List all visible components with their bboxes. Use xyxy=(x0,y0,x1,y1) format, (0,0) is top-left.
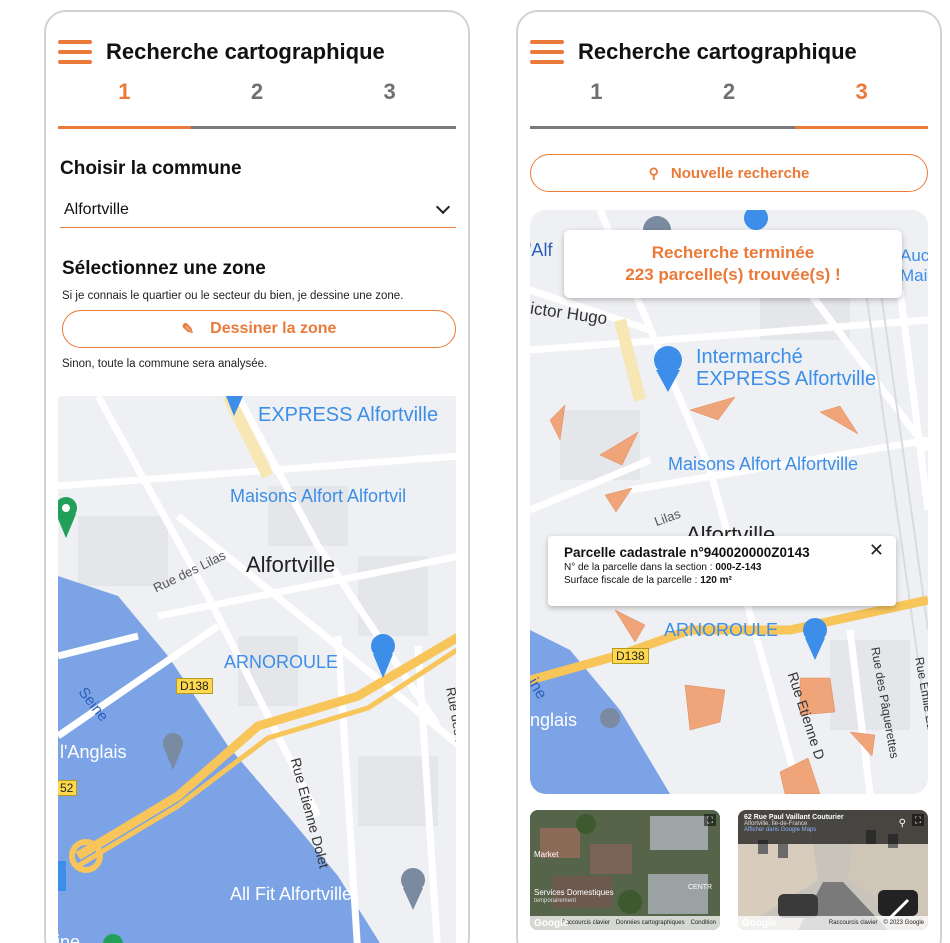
google-logo: Google xyxy=(742,918,777,929)
app-header: Recherche cartographique xyxy=(530,34,857,70)
map-label-arnoroule: ARNOROULE xyxy=(224,652,339,672)
banner-line-2: 223 parcelle(s) trouvée(s) ! xyxy=(625,265,841,284)
map-label-intermarche-express: EXPRESS Alfortville xyxy=(696,368,877,390)
new-search-label: Nouvelle recherche xyxy=(670,164,810,182)
location-pin-icon: ⚲ xyxy=(898,818,906,829)
popup-line-section: N° de la parcelle dans la section : 000-… xyxy=(564,562,762,573)
map-label-d138: D138 xyxy=(176,678,213,694)
step-progress-bar xyxy=(58,126,456,129)
open-in-google-maps-link[interactable]: Afficher dans Google Maps xyxy=(744,827,922,833)
map-label-anglais: nglais xyxy=(530,710,578,730)
aerial-label-services: Services Domestiques xyxy=(534,888,614,897)
search-icon: ⚲ xyxy=(648,164,659,181)
zone-description: Si je connais le quartier ou le secteur … xyxy=(62,290,404,302)
page-title: Recherche cartographique xyxy=(106,39,385,64)
step-1-tab[interactable]: 1 xyxy=(58,78,191,122)
banner-line-1: Recherche terminée xyxy=(651,243,815,262)
left-screen: Recherche cartographique 1 2 3 Choisir l… xyxy=(44,10,470,943)
map-view[interactable]: EXPRESS Alfortville Maisons Alfort Alfor… xyxy=(58,396,456,943)
zone-title: Sélectionnez une zone xyxy=(62,258,266,279)
hamburger-icon[interactable] xyxy=(58,40,92,64)
results-map[interactable]: 'Alf Auc Mais ictor Hugo Intermarché EXP… xyxy=(530,210,928,794)
zone-note: Sinon, toute la commune sera analysée. xyxy=(62,358,268,370)
aerial-image xyxy=(530,810,720,930)
map-label-auc: Auc xyxy=(900,246,928,265)
aerial-view-thumbnail[interactable]: Market Services Domestiques temporaireme… xyxy=(530,810,720,930)
step-1-tab[interactable]: 1 xyxy=(530,78,663,122)
commune-value: Alfortville xyxy=(64,200,129,218)
page-title: Recherche cartographique xyxy=(578,39,857,64)
map-label-arnoroule: ARNOROULE xyxy=(664,620,779,640)
step-2-tab[interactable]: 2 xyxy=(191,78,324,122)
step-progress-bar xyxy=(530,126,928,129)
map-label-maisons: Maisons Alfort Alfortville xyxy=(668,454,859,474)
google-logo: Google xyxy=(534,918,569,929)
parcel-popup: Parcelle cadastrale n°940020000Z0143 N° … xyxy=(548,536,896,606)
stepper: 1 2 3 xyxy=(530,78,928,122)
step-3-tab[interactable]: 3 xyxy=(323,78,456,122)
footer-map-data[interactable]: Données cartographiques xyxy=(616,920,685,926)
map-label-bottom: ine xyxy=(58,932,81,943)
aerial-label-services-2: temporairement xyxy=(534,898,577,904)
street-view-thumbnail[interactable]: 62 Rue Paul Vaillant Couturier Alfortvil… xyxy=(738,810,928,930)
map-label-d152: 52 xyxy=(58,780,78,796)
aerial-label-market: Market xyxy=(534,850,559,859)
draw-zone-button[interactable]: ✎ Dessiner la zone xyxy=(62,310,456,348)
app-header: Recherche cartographique xyxy=(58,34,385,70)
popup-title: Parcelle cadastrale n°940020000Z0143 xyxy=(564,545,810,560)
map-label-d138: D138 xyxy=(612,648,649,664)
chevron-down-icon xyxy=(435,199,451,214)
fullscreen-icon[interactable]: ⛶ xyxy=(912,814,924,826)
new-search-button[interactable]: ⚲ Nouvelle recherche xyxy=(530,154,928,192)
result-banner: Recherche terminée 223 parcelle(s) trouv… xyxy=(564,230,902,298)
map-label-town: Alfortville xyxy=(246,552,336,577)
aerial-label-centr: CENTR xyxy=(688,884,713,891)
map-label-allfit: All Fit Alfortville xyxy=(230,884,353,904)
draw-zone-label: Dessiner la zone xyxy=(210,320,337,337)
map-label-alf: 'Alf xyxy=(530,240,553,260)
stepper: 1 2 3 xyxy=(58,78,456,122)
footer-conditions[interactable]: Condition xyxy=(691,920,716,926)
footer-shortcuts[interactable]: Raccourcis clavier xyxy=(561,920,610,926)
commune-label: Choisir la commune xyxy=(60,158,242,179)
close-icon[interactable]: ✕ xyxy=(869,540,884,561)
footer-copyright: © 2023 Google xyxy=(883,920,924,926)
step-2-tab[interactable]: 2 xyxy=(663,78,796,122)
hamburger-icon[interactable] xyxy=(530,40,564,64)
map-label-anglais: l'Anglais xyxy=(60,742,127,762)
footer-shortcuts[interactable]: Raccourcis clavier xyxy=(829,920,878,926)
pencil-icon: ✎ xyxy=(181,321,195,338)
popup-line-surface: Surface fiscale de la parcelle : 120 m² xyxy=(564,575,732,586)
right-screen: Recherche cartographique 1 2 3 ⚲ Nouvell… xyxy=(516,10,942,943)
fullscreen-icon[interactable]: ⛶ xyxy=(704,814,716,826)
map-label-intermarche: Intermarché xyxy=(696,346,803,368)
street-view-title: 62 Rue Paul Vaillant Couturier xyxy=(744,814,844,821)
map-label-maisons: Maisons Alfort Alfortvil xyxy=(230,486,407,506)
map-label-express: EXPRESS Alfortville xyxy=(258,404,439,426)
commune-select[interactable]: Alfortville xyxy=(60,192,456,228)
map-label-mais: Mais xyxy=(900,266,928,285)
step-3-tab[interactable]: 3 xyxy=(795,78,928,122)
